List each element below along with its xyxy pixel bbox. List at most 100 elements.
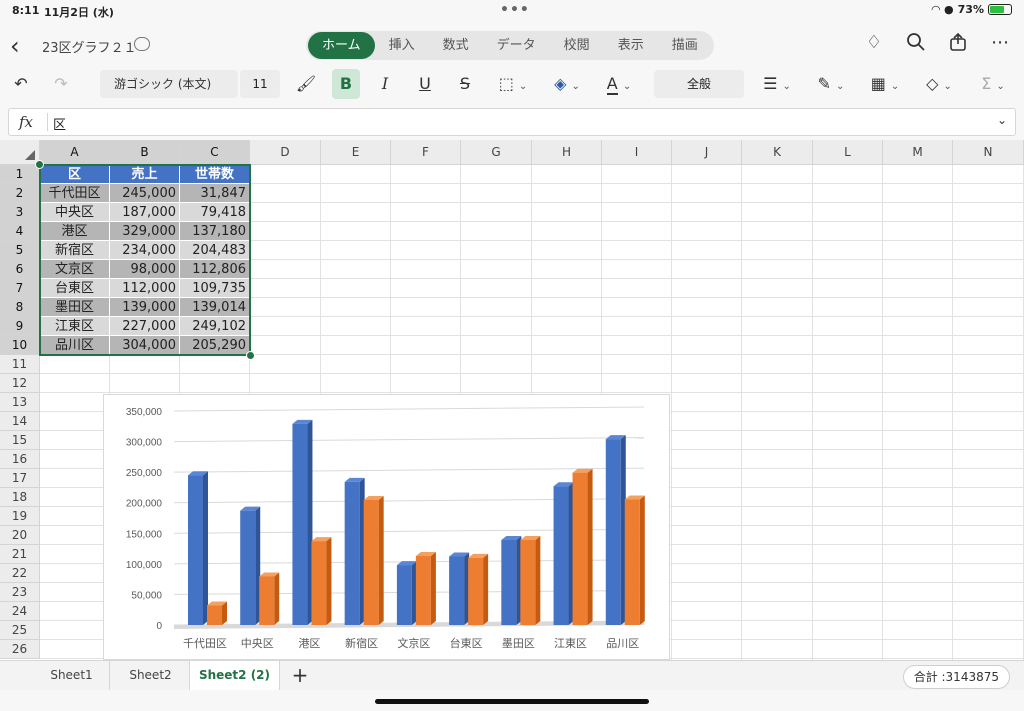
column-header[interactable]: N xyxy=(953,140,1024,165)
tab-4[interactable]: 校閲 xyxy=(550,32,604,59)
row-header[interactable]: 22 xyxy=(0,564,40,583)
cell-style-button[interactable]: ✎ ⌄ xyxy=(812,69,850,99)
tab-1[interactable]: 挿入 xyxy=(375,32,429,59)
column-header[interactable]: A xyxy=(40,140,110,165)
font-color-button[interactable]: A ⌄ xyxy=(600,69,638,99)
redo-icon[interactable]: ↷ xyxy=(48,69,74,99)
row-header[interactable]: 7 xyxy=(0,279,40,298)
tab-5[interactable]: 表示 xyxy=(604,32,658,59)
x-tick-label: 中央区 xyxy=(241,637,274,650)
column-header[interactable]: B xyxy=(110,140,180,165)
x-tick-label: 台東区 xyxy=(450,636,483,650)
tab-6[interactable]: 描画 xyxy=(658,32,712,59)
number-format-box[interactable]: 全般 xyxy=(654,70,744,98)
row-header[interactable]: 6 xyxy=(0,260,40,279)
row-header[interactable]: 17 xyxy=(0,469,40,488)
column-header[interactable]: H xyxy=(532,140,602,165)
select-all-corner[interactable] xyxy=(0,140,40,165)
row-header[interactable]: 23 xyxy=(0,583,40,602)
column-header[interactable]: K xyxy=(742,140,813,165)
column-header[interactable]: L xyxy=(813,140,883,165)
sheet-tab[interactable]: Sheet1 xyxy=(34,661,110,690)
strikethrough-button[interactable]: S xyxy=(452,69,478,99)
chevron-down-icon[interactable]: ⌄ xyxy=(997,113,1007,127)
selection-handle-end[interactable] xyxy=(246,351,255,360)
home-indicator[interactable] xyxy=(375,699,649,704)
column-header[interactable]: C xyxy=(180,140,250,165)
search-icon[interactable] xyxy=(906,32,926,54)
row-header[interactable]: 14 xyxy=(0,412,40,431)
share-icon[interactable] xyxy=(948,32,968,54)
clear-button[interactable]: ◇ ⌄ xyxy=(920,69,958,99)
column-header[interactable]: I xyxy=(602,140,672,165)
row-header[interactable]: 2 xyxy=(0,184,40,203)
column-header[interactable]: J xyxy=(672,140,742,165)
battery-percent: 73% xyxy=(957,3,984,16)
bold-button[interactable]: B xyxy=(332,69,360,99)
selection-handle-start[interactable] xyxy=(35,160,44,169)
bar-side xyxy=(378,495,384,625)
row-header[interactable]: 21 xyxy=(0,545,40,564)
row-header[interactable]: 5 xyxy=(0,241,40,260)
row-header[interactable]: 11 xyxy=(0,355,40,374)
sheet-tab[interactable]: Sheet2 (2) xyxy=(190,661,280,690)
tab-0[interactable]: ホーム xyxy=(308,32,375,59)
tab-3[interactable]: データ xyxy=(483,32,550,59)
row-header[interactable]: 16 xyxy=(0,450,40,469)
sum-status[interactable]: 合計 :3143875 xyxy=(902,665,1010,689)
ribbon-toolbar: ↶ ↷ 游ゴシック (本文) 11 🖌 B I U S ⬚ ⌄ ◈ ⌄ A ⌄ … xyxy=(0,66,1024,102)
multitask-dots[interactable]: ••• xyxy=(500,2,530,18)
row-header[interactable]: 9 xyxy=(0,317,40,336)
row-header[interactable]: 3 xyxy=(0,203,40,222)
bar xyxy=(396,565,412,625)
lightbulb-icon[interactable]: ♢ xyxy=(864,32,884,54)
table-button[interactable]: ▦ ⌄ xyxy=(866,69,904,99)
row-header[interactable]: 8 xyxy=(0,298,40,317)
row-header[interactable]: 20 xyxy=(0,526,40,545)
align-icon: ☰ xyxy=(763,74,778,93)
fill-color-button[interactable]: ◈ ⌄ xyxy=(548,69,586,99)
bar-side xyxy=(222,601,227,625)
bar-chart[interactable]: 0 50,000 100,000 150,000 200,000 250,000 300,0… xyxy=(103,394,670,660)
column-header[interactable]: G xyxy=(461,140,532,165)
align-button[interactable]: ☰ ⌄ xyxy=(758,69,796,99)
undo-icon[interactable]: ↶ xyxy=(8,69,34,99)
sheet-tab[interactable]: Sheet2 xyxy=(112,661,190,690)
column-header[interactable]: E xyxy=(321,140,391,165)
tab-2[interactable]: 数式 xyxy=(429,32,483,59)
underline-button[interactable]: U xyxy=(412,69,438,99)
row-header[interactable]: 19 xyxy=(0,507,40,526)
row-header[interactable]: 4 xyxy=(0,222,40,241)
bar-side xyxy=(203,471,208,625)
borders-button[interactable]: ⬚ ⌄ xyxy=(494,69,532,99)
back-chevron-icon[interactable]: ‹ xyxy=(10,32,20,60)
add-sheet-button[interactable]: + xyxy=(282,663,318,689)
italic-button[interactable]: I xyxy=(372,69,398,99)
column-header[interactable]: D xyxy=(250,140,321,165)
selection-range[interactable] xyxy=(39,164,251,356)
row-header[interactable]: 26 xyxy=(0,640,40,659)
row-header[interactable]: 15 xyxy=(0,431,40,450)
autosum-button[interactable]: Σ ⌄ xyxy=(974,69,1012,99)
font-size-box[interactable]: 11 xyxy=(240,70,280,98)
more-icon[interactable]: ⋯ xyxy=(990,32,1010,54)
row-header[interactable]: 13 xyxy=(0,393,40,412)
format-painter-icon[interactable]: 🖌 xyxy=(294,69,318,99)
formula-bar[interactable]: fx 区 ⌄ xyxy=(8,108,1016,136)
spreadsheet-grid[interactable]: A B C D E F G H I J K L M N 1 2 3 4 5 6 7 8 9 10 11 12 13 14 15 16 17 1… xyxy=(0,140,1024,660)
column-header[interactable]: F xyxy=(391,140,461,165)
column-header[interactable]: M xyxy=(883,140,953,165)
row-header[interactable]: 24 xyxy=(0,602,40,621)
document-title[interactable]: 23区グラフ２１ xyxy=(42,37,137,56)
formula-input[interactable]: 区 xyxy=(53,114,66,133)
y-tick-label: 250,000 xyxy=(126,468,163,479)
bar xyxy=(624,499,640,625)
formula-divider xyxy=(47,113,48,131)
row-header[interactable]: 25 xyxy=(0,621,40,640)
sheet-tab-bar: Sheet1 Sheet2 Sheet2 (2) + 合計 :3143875 xyxy=(0,660,1024,690)
font-name-box[interactable]: 游ゴシック (本文) xyxy=(100,70,238,98)
row-header[interactable]: 1 xyxy=(0,165,40,184)
row-header[interactable]: 10 xyxy=(0,336,40,355)
row-header[interactable]: 18 xyxy=(0,488,40,507)
row-header[interactable]: 12 xyxy=(0,374,40,393)
